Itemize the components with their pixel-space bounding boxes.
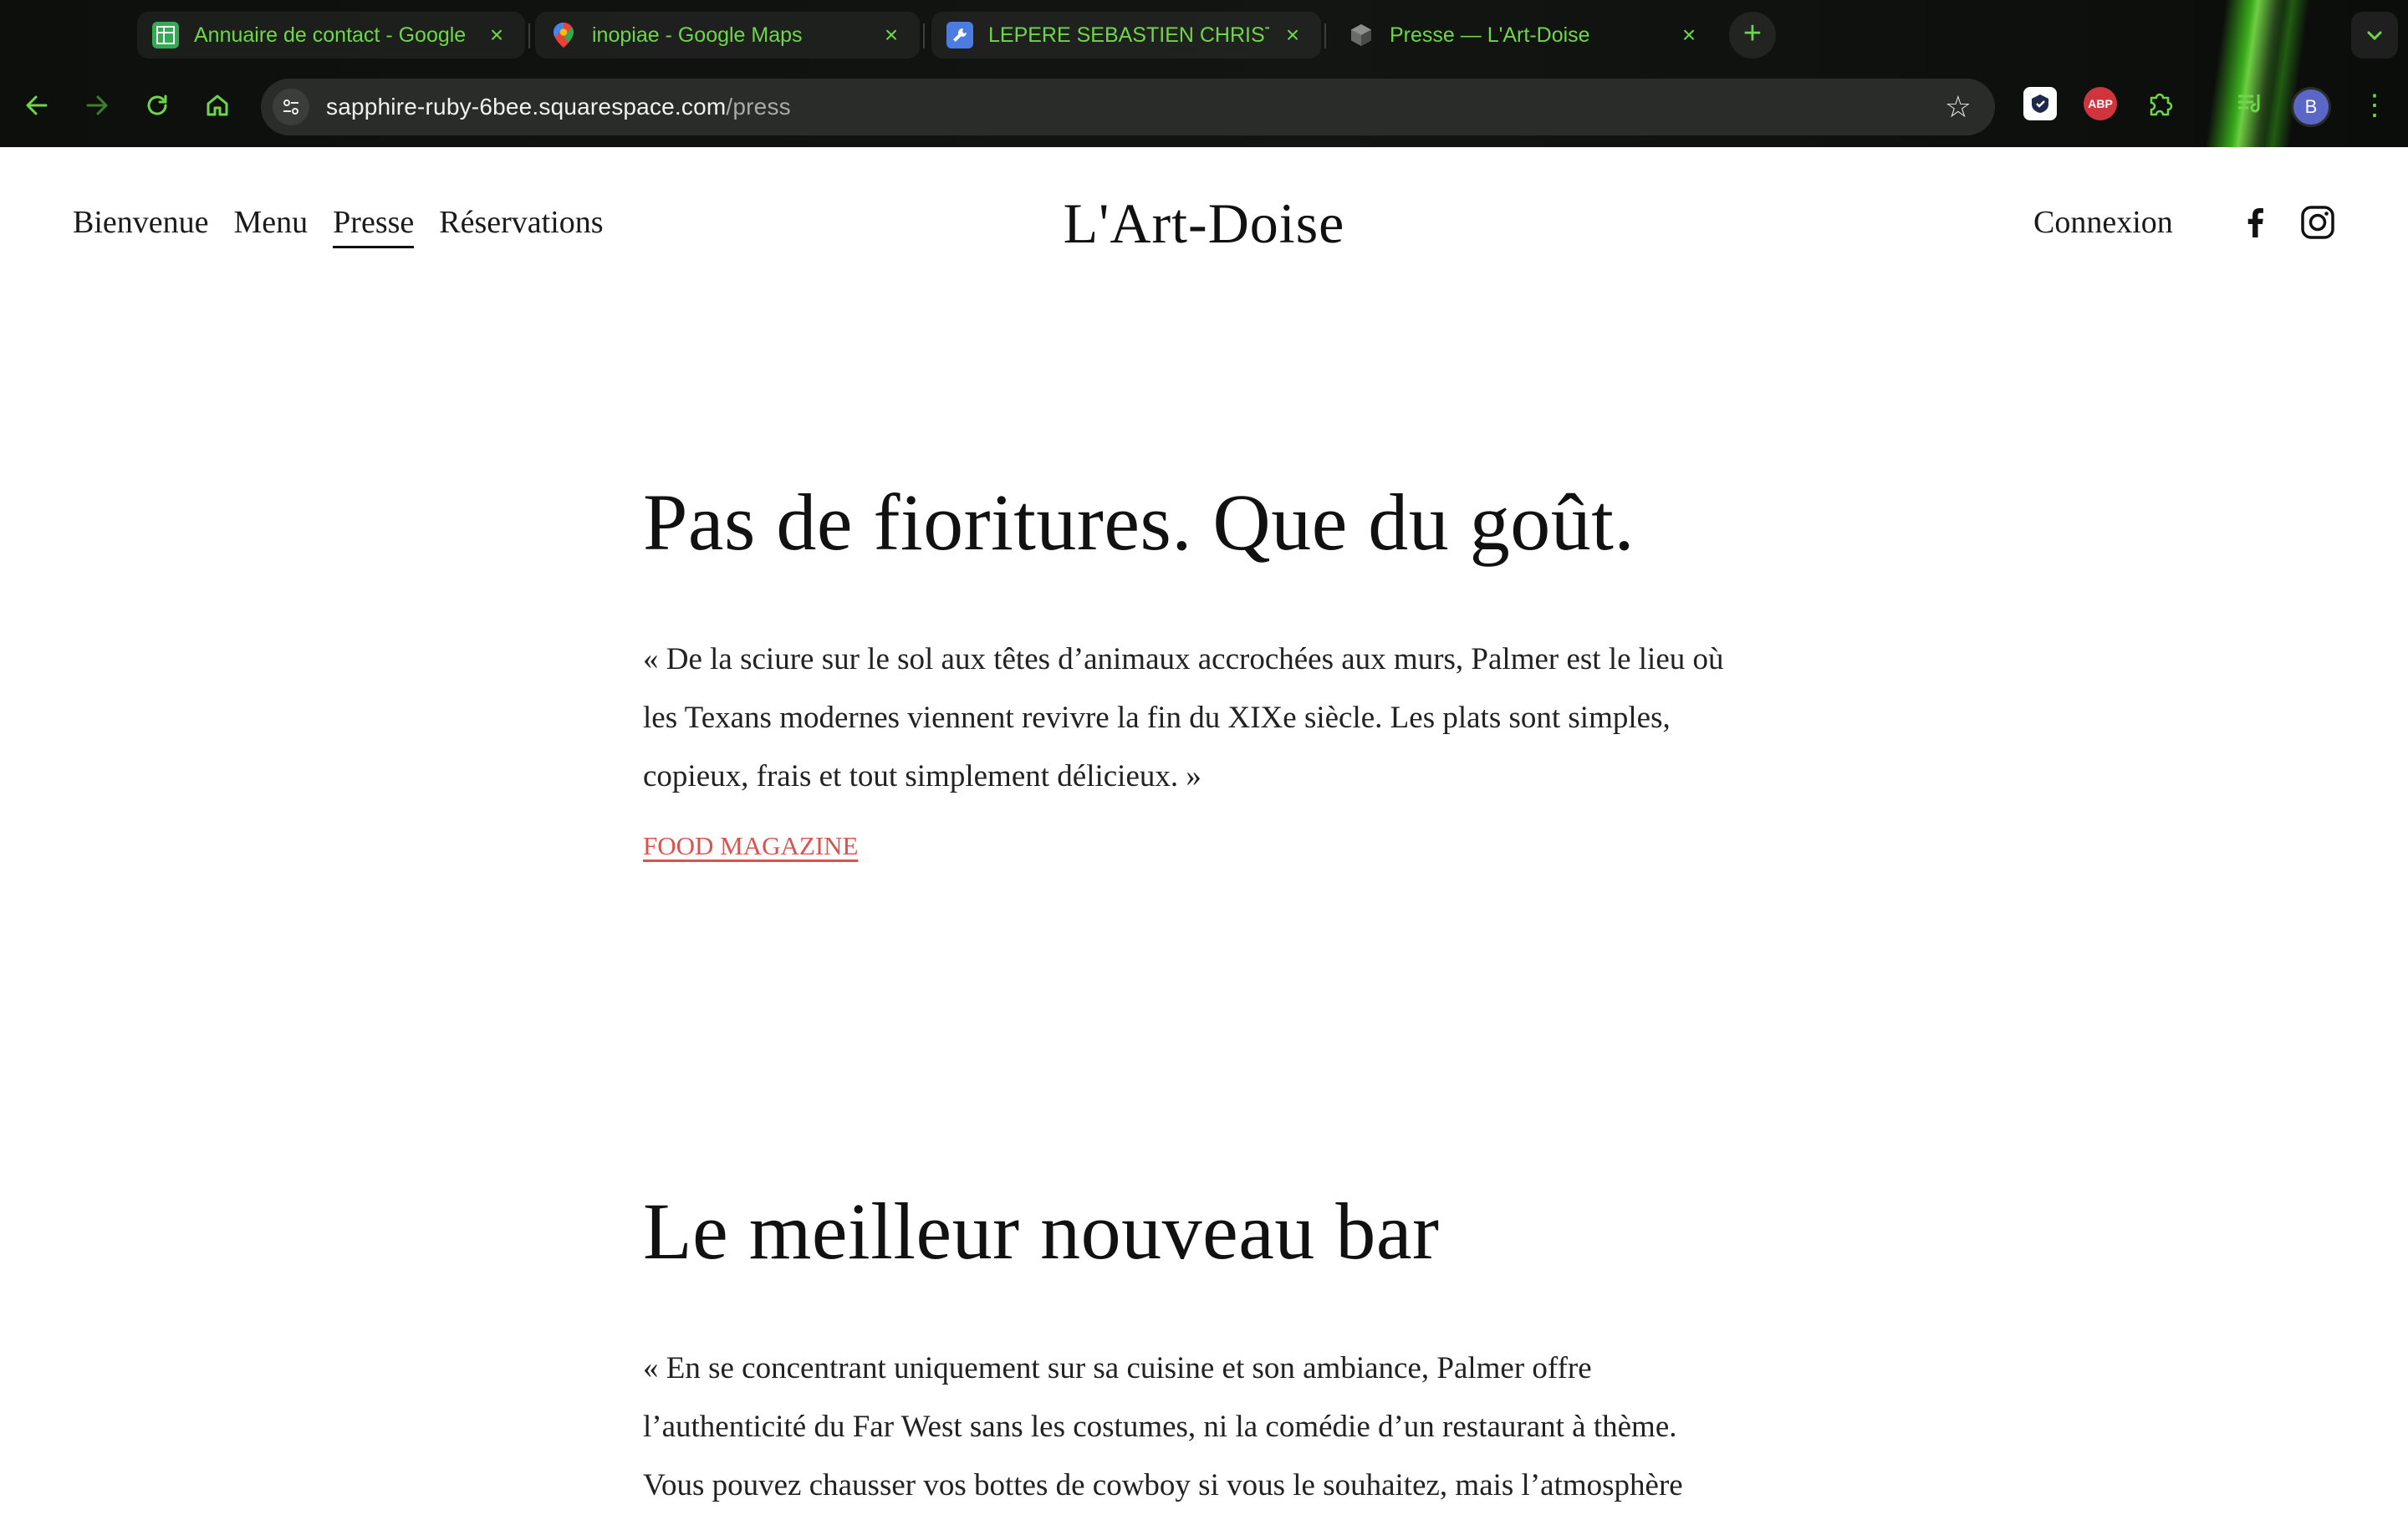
tab-title: Presse — L'Art-Doise xyxy=(1390,23,1590,47)
squarespace-cube-icon xyxy=(1348,22,1375,48)
close-icon[interactable]: × xyxy=(485,22,508,48)
reload-button[interactable] xyxy=(135,84,179,127)
browser-chrome: Annuaire de contact - Google × inopiae -… xyxy=(0,0,2408,147)
article-heading: Pas de fioritures. Que du goût. xyxy=(643,477,1635,567)
profile-avatar[interactable]: B xyxy=(2291,87,2331,127)
tab-presse-active[interactable]: Presse — L'Art-Doise × xyxy=(1333,12,1717,59)
site-settings-icon[interactable] xyxy=(273,89,309,125)
article-quote: « De la sciure sur le sol aux têtes d’an… xyxy=(643,630,1780,806)
tab-google-maps[interactable]: inopiae - Google Maps × xyxy=(535,12,920,59)
puzzle-extensions-icon[interactable] xyxy=(2144,87,2177,120)
wrench-icon xyxy=(946,22,973,48)
tab-title: inopiae - Google Maps xyxy=(592,23,803,47)
url-text: sapphire-ruby-6bee.squarespace.com/press xyxy=(326,94,791,120)
extension-shield-icon[interactable] xyxy=(2023,87,2057,120)
url-path: /press xyxy=(726,94,791,120)
instagram-icon[interactable] xyxy=(2299,204,2336,241)
tab-search-button[interactable] xyxy=(2351,12,2398,59)
tab-separator xyxy=(923,23,925,48)
maps-pin-icon xyxy=(550,22,577,48)
article-quote: « En se concentrant uniquement sur sa cu… xyxy=(643,1339,1780,1515)
tab-title: LEPERE SEBASTIEN CHRISTIAN xyxy=(988,23,1269,47)
webpage: Bienvenue Menu Presse Réservations L'Art… xyxy=(0,147,2408,1505)
reload-icon xyxy=(147,94,167,115)
facebook-icon[interactable] xyxy=(2237,204,2274,241)
url-host: sapphire-ruby-6bee.squarespace.com xyxy=(326,94,727,120)
login-link[interactable]: Connexion xyxy=(2033,204,2173,241)
close-icon[interactable]: × xyxy=(1281,22,1304,48)
home-icon xyxy=(207,94,228,116)
chevron-down-icon xyxy=(2367,31,2382,41)
tab-separator xyxy=(1324,23,1326,48)
quote-line: « En se concentrant uniquement sur sa cu… xyxy=(643,1350,1592,1385)
tab-title: Annuaire de contact - Google xyxy=(194,23,467,47)
quote-line: l’authenticité du Far West sans les cost… xyxy=(643,1409,1677,1444)
article-heading: Le meilleur nouveau bar xyxy=(643,1186,1440,1276)
new-tab-button[interactable]: + xyxy=(1729,12,1776,59)
address-bar[interactable]: sapphire-ruby-6bee.squarespace.com/press… xyxy=(261,79,1995,135)
forward-button[interactable] xyxy=(75,84,119,127)
more-menu-icon[interactable]: ⋮ xyxy=(2358,84,2391,127)
sheets-icon xyxy=(152,22,179,48)
tab-separator xyxy=(528,23,530,48)
quote-line: les Texans modernes viennent revivre la … xyxy=(643,700,1671,735)
article-source-link[interactable]: FOOD MAGAZINE xyxy=(643,831,858,861)
arrow-right-icon xyxy=(86,95,108,115)
media-controls-icon[interactable] xyxy=(2234,87,2268,120)
quote-line: copieux, frais et tout simplement délici… xyxy=(643,758,1201,793)
bookmark-star-icon[interactable]: ☆ xyxy=(1945,89,1972,125)
tab-lepere[interactable]: LEPERE SEBASTIEN CHRISTIAN × xyxy=(931,12,1321,59)
press-article: Le meilleur nouveau bar « En se concentr… xyxy=(643,1187,1780,1515)
quote-line: « De la sciure sur le sol aux têtes d’an… xyxy=(643,641,1724,676)
close-icon[interactable]: × xyxy=(880,22,903,48)
quote-line: Vous pouvez chausser vos bottes de cowbo… xyxy=(643,1467,1683,1502)
press-article: Pas de fioritures. Que du goût. « De la … xyxy=(643,478,1780,861)
adblock-plus-icon[interactable]: ABP xyxy=(2084,87,2117,120)
arrow-left-icon xyxy=(26,95,48,115)
tab-strip: Annuaire de contact - Google × inopiae -… xyxy=(0,0,2408,70)
close-icon[interactable]: × xyxy=(1677,22,1701,48)
back-button[interactable] xyxy=(15,84,59,127)
tab-annuaire[interactable]: Annuaire de contact - Google × xyxy=(137,12,525,59)
home-button[interactable] xyxy=(196,84,239,127)
